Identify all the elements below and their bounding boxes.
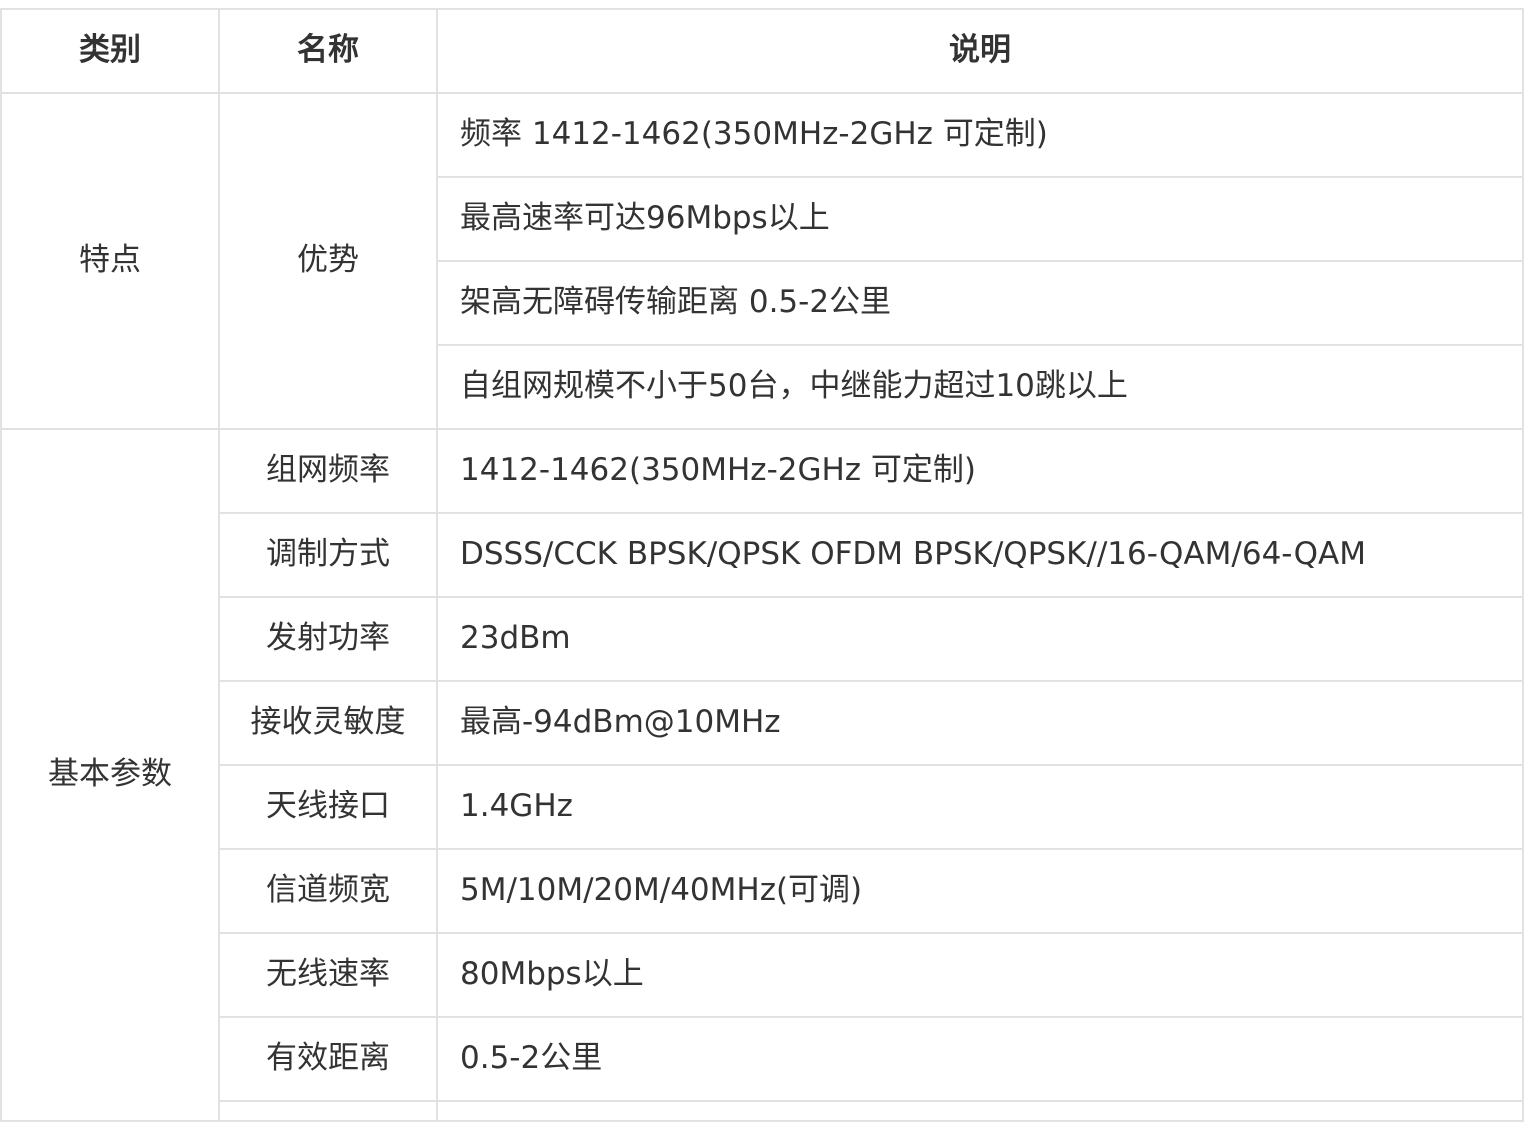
param-name: 无线速率: [218, 932, 438, 1018]
param-name: 接收灵敏度: [218, 680, 438, 766]
spec-page: 类别 名称 说明 特点 优势 频率 1412-1462(350MHz-2GHz …: [0, 0, 1528, 1134]
table-row: 无线速率 80Mbps以上: [1, 932, 1524, 1018]
header-name: 名称: [218, 8, 438, 94]
param-name: 有效距离: [218, 1016, 438, 1102]
header-category: 类别: [0, 8, 220, 94]
table-row: 基本参数 组网频率 1412-1462(350MHz-2GHz 可定制): [0, 428, 1524, 1122]
param-name: 天线接口: [218, 764, 438, 850]
table-header-row: 类别 名称 说明: [0, 8, 1524, 94]
param-name-empty: [218, 1100, 438, 1122]
param-value: 1.4GHz: [436, 764, 1524, 850]
feature-item: 最高速率可达96Mbps以上: [436, 176, 1524, 262]
table-row-partial: [1, 1100, 1524, 1122]
feature-item: 自组网规模不小于50台，中继能力超过10跳以上: [436, 344, 1524, 430]
param-name: 调制方式: [218, 512, 438, 598]
param-value: 23dBm: [436, 596, 1524, 682]
table-row: 调制方式 DSSS/CCK BPSK/QPSK OFDM BPSK/QPSK//…: [1, 512, 1524, 598]
param-value: 0.5-2公里: [436, 1016, 1524, 1102]
table-row: 接收灵敏度 最高-94dBm@10MHz: [1, 680, 1524, 766]
table-row: 信道频宽 5M/10M/20M/40MHz(可调): [1, 848, 1524, 934]
param-value: 80Mbps以上: [436, 932, 1524, 1018]
feature-item: 架高无障碍传输距离 0.5-2公里: [436, 260, 1524, 346]
table-row: 有效距离 0.5-2公里: [1, 1016, 1524, 1102]
param-value: DSSS/CCK BPSK/QPSK OFDM BPSK/QPSK//16-QA…: [436, 512, 1524, 598]
table-row: 天线接口 1.4GHz: [1, 764, 1524, 850]
param-name: 发射功率: [218, 596, 438, 682]
category-cell-basic-params: 基本参数: [0, 428, 220, 1122]
name-cell-advantages: 优势: [218, 92, 438, 430]
table-row: 特点 优势 频率 1412-1462(350MHz-2GHz 可定制): [0, 92, 1524, 430]
header-description: 说明: [436, 8, 1524, 94]
feature-item: 频率 1412-1462(350MHz-2GHz 可定制): [436, 92, 1524, 178]
table-row: 发射功率 23dBm: [1, 596, 1524, 682]
spec-table: 类别 名称 说明 特点 优势 频率 1412-1462(350MHz-2GHz …: [0, 8, 1524, 1122]
param-value: 最高-94dBm@10MHz: [436, 680, 1524, 766]
param-value: 1412-1462(350MHz-2GHz 可定制): [436, 428, 1524, 514]
param-name: 组网频率: [218, 428, 438, 514]
param-value: 5M/10M/20M/40MHz(可调): [436, 848, 1524, 934]
category-cell-features: 特点: [0, 92, 220, 430]
param-name: 信道频宽: [218, 848, 438, 934]
param-value-empty: [436, 1100, 1524, 1122]
